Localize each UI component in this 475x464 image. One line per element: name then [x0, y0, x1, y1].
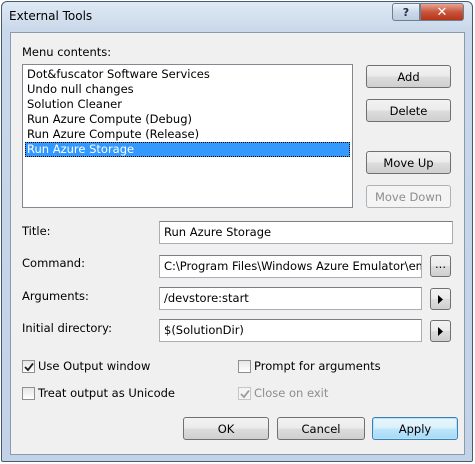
- ellipsis-icon: ...: [435, 257, 446, 271]
- close-button[interactable]: ✕: [420, 3, 464, 21]
- command-field[interactable]: C:\Program Files\Windows Azure Emulator\…: [159, 255, 422, 278]
- title-bar[interactable]: External Tools ? ✕: [2, 2, 472, 32]
- initial-directory-field[interactable]: $(SolutionDir): [159, 319, 422, 342]
- dialog-client-area: Menu contents: Dot&fuscator Software Ser…: [10, 32, 465, 455]
- treat-output-unicode-checkbox[interactable]: [22, 387, 35, 400]
- prompt-for-arguments-checkbox[interactable]: [238, 360, 251, 373]
- close-on-exit-checkbox[interactable]: [238, 387, 251, 400]
- use-output-window-checkbox[interactable]: [22, 360, 35, 373]
- play-arrow-icon: [438, 294, 443, 304]
- command-label: Command:: [22, 256, 85, 270]
- use-output-window-label[interactable]: Use Output window: [38, 359, 150, 373]
- play-arrow-icon: [438, 326, 443, 336]
- menu-list-item[interactable]: Dot&fuscator Software Services: [25, 67, 350, 82]
- arguments-field[interactable]: /devstore:start: [159, 287, 422, 310]
- menu-list-item[interactable]: Undo null changes: [25, 82, 350, 97]
- move-up-button[interactable]: Move Up: [366, 151, 451, 174]
- menu-list-item[interactable]: Run Azure Compute (Release): [25, 127, 350, 142]
- move-down-button[interactable]: Move Down: [366, 185, 451, 208]
- menu-contents-list[interactable]: Dot&fuscator Software Services Undo null …: [22, 64, 353, 208]
- add-button[interactable]: Add: [366, 65, 451, 88]
- apply-button[interactable]: Apply: [372, 417, 458, 440]
- menu-list-item[interactable]: Solution Cleaner: [25, 97, 350, 112]
- checkmark-icon: [23, 362, 34, 371]
- initial-directory-macro-button[interactable]: [430, 320, 451, 342]
- treat-output-unicode-label[interactable]: Treat output as Unicode: [38, 386, 175, 400]
- close-on-exit-label[interactable]: Close on exit: [254, 386, 328, 400]
- cancel-button[interactable]: Cancel: [277, 417, 365, 440]
- close-icon: ✕: [436, 4, 448, 20]
- initial-directory-label: Initial directory:: [22, 321, 112, 335]
- title-label: Title:: [22, 224, 51, 238]
- title-field[interactable]: Run Azure Storage: [159, 221, 453, 244]
- arguments-macro-button[interactable]: [430, 288, 451, 310]
- menu-list-item[interactable]: Run Azure Compute (Debug): [25, 112, 350, 127]
- menu-contents-label: Menu contents:: [22, 45, 112, 59]
- menu-list-item[interactable]: Run Azure Storage: [25, 142, 350, 157]
- delete-button[interactable]: Delete: [366, 99, 451, 122]
- prompt-for-arguments-label[interactable]: Prompt for arguments: [254, 359, 381, 373]
- help-button[interactable]: ?: [392, 3, 420, 21]
- window-title: External Tools: [9, 9, 93, 23]
- arguments-label: Arguments:: [22, 289, 89, 303]
- external-tools-window: External Tools ? ✕ Menu contents: Dot&fu…: [1, 1, 473, 462]
- command-browse-button[interactable]: ...: [430, 255, 451, 277]
- checkmark-icon: [239, 389, 250, 398]
- help-icon: ?: [402, 5, 410, 19]
- ok-button[interactable]: OK: [183, 417, 269, 440]
